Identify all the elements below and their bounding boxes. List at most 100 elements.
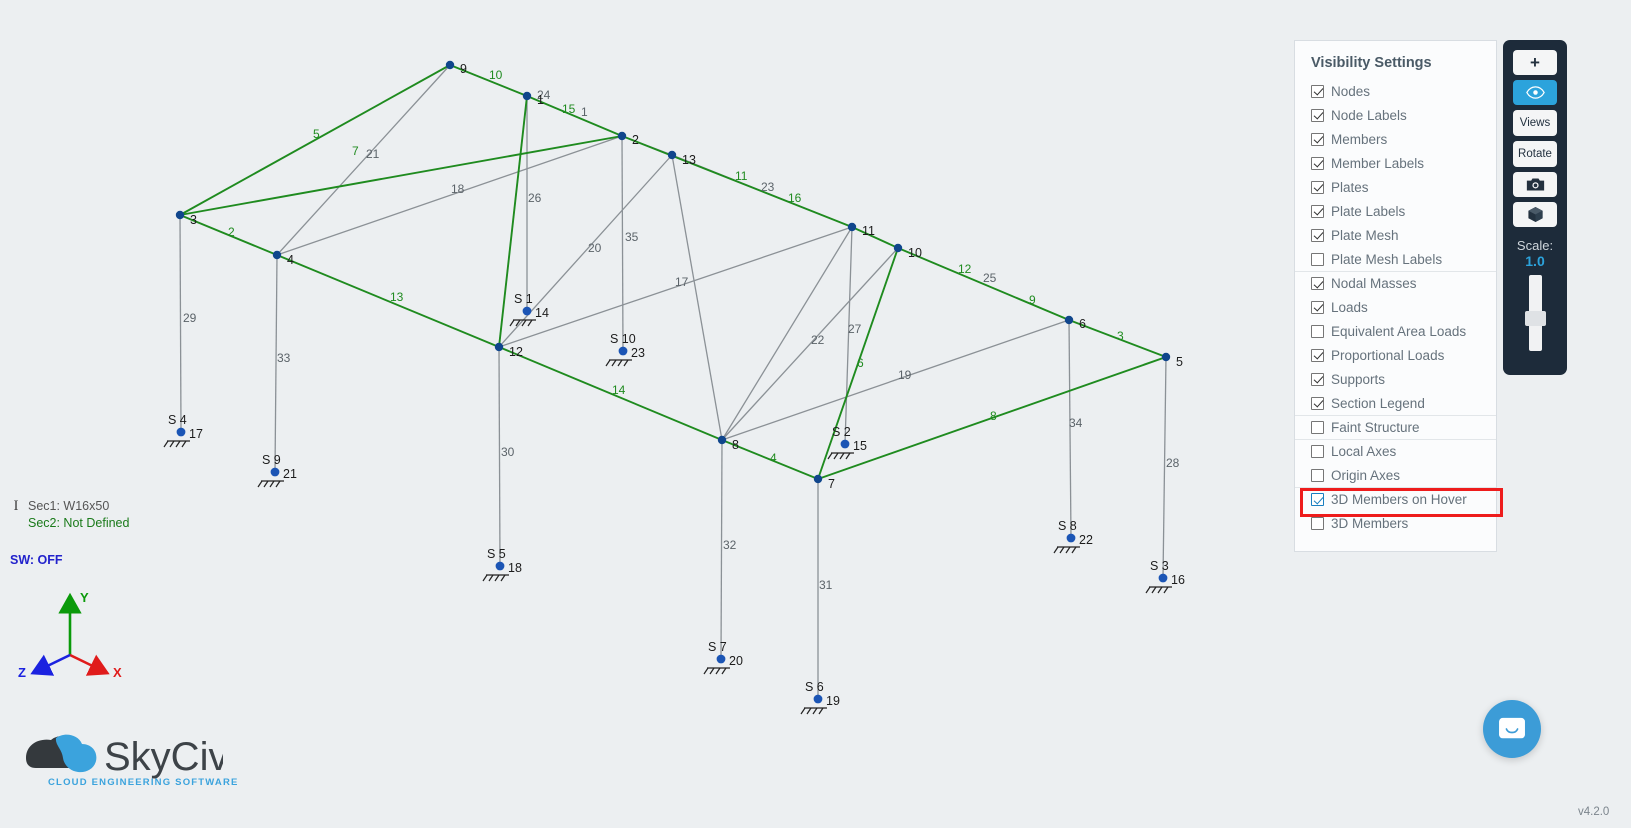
member-line[interactable]	[276, 135, 623, 256]
member-line[interactable]	[179, 135, 623, 216]
support-node-marker[interactable]	[1158, 573, 1168, 583]
visibility-option-equivalent-area-loads[interactable]: Equivalent Area Loads	[1295, 319, 1496, 343]
member-line[interactable]	[671, 154, 723, 441]
member-line[interactable]	[720, 439, 723, 660]
member-line[interactable]	[498, 346, 723, 441]
visibility-option-plate-mesh[interactable]: Plate Mesh	[1295, 223, 1496, 247]
member-labels-section1: 1057152111613129361484	[228, 68, 1124, 465]
node-marker[interactable]	[847, 222, 857, 232]
node-label: 11	[862, 224, 875, 238]
member-line[interactable]	[179, 214, 182, 433]
checkbox-6[interactable]	[1311, 228, 1324, 242]
checkbox-5[interactable]	[1311, 204, 1324, 218]
member-label: 23	[761, 180, 775, 194]
node-marker[interactable]	[617, 131, 627, 141]
checkbox-18[interactable]	[1311, 516, 1324, 530]
visibility-option-faint-structure[interactable]: Faint Structure	[1295, 415, 1496, 439]
render-3d-button[interactable]	[1513, 202, 1557, 227]
chat-launcher-button[interactable]	[1483, 700, 1541, 758]
support-node-marker[interactable]	[716, 654, 726, 664]
visibility-option-member-labels[interactable]: Member Labels	[1295, 151, 1496, 175]
support-id-label: S 5	[487, 547, 506, 561]
support-node-marker[interactable]	[1066, 533, 1076, 543]
node-marker[interactable]	[445, 60, 455, 70]
member-label: 26	[528, 191, 542, 205]
member-line[interactable]	[276, 254, 500, 348]
node-marker[interactable]	[813, 474, 823, 484]
checkbox-2[interactable]	[1311, 132, 1324, 146]
visibility-option-section-legend[interactable]: Section Legend	[1295, 391, 1496, 415]
visibility-toggle-button[interactable]	[1513, 80, 1557, 105]
checkbox-0[interactable]	[1311, 84, 1324, 98]
member-label: 22	[811, 333, 825, 347]
support-node-marker[interactable]	[522, 306, 532, 316]
scale-value: 1.0	[1525, 253, 1545, 269]
visibility-option-members[interactable]: Members	[1295, 127, 1496, 151]
checkbox-9[interactable]	[1311, 300, 1324, 314]
node-marker[interactable]	[893, 243, 903, 253]
member-label: 31	[819, 578, 833, 592]
support-node-marker[interactable]	[270, 467, 280, 477]
visibility-option-plate-mesh-labels[interactable]: Plate Mesh Labels	[1295, 247, 1496, 271]
checkbox-16[interactable]	[1311, 468, 1324, 482]
visibility-option-local-axes[interactable]: Local Axes	[1295, 439, 1496, 463]
node-marker[interactable]	[272, 250, 282, 260]
support-node-marker[interactable]	[495, 561, 505, 571]
visibility-option-origin-axes[interactable]: Origin Axes	[1295, 463, 1496, 487]
node-marker[interactable]	[522, 91, 532, 101]
checkbox-11[interactable]	[1311, 348, 1324, 362]
checkbox-12[interactable]	[1311, 372, 1324, 386]
visibility-option-node-labels[interactable]: Node Labels	[1295, 103, 1496, 127]
node-marker[interactable]	[667, 150, 677, 160]
checkbox-14[interactable]	[1311, 421, 1324, 434]
member-line[interactable]	[498, 346, 501, 567]
scale-slider-thumb[interactable]	[1524, 311, 1546, 326]
views-button[interactable]: Views	[1513, 110, 1557, 136]
member-line[interactable]	[621, 135, 624, 352]
rotate-button[interactable]: Rotate	[1513, 141, 1557, 167]
checkbox-1[interactable]	[1311, 108, 1324, 122]
visibility-option-proportional-loads[interactable]: Proportional Loads	[1295, 343, 1496, 367]
screenshot-button[interactable]	[1513, 172, 1557, 197]
visibility-option-plates[interactable]: Plates	[1295, 175, 1496, 199]
support-node-marker[interactable]	[813, 694, 823, 704]
visibility-option-label: Nodal Masses	[1331, 276, 1417, 291]
member-line[interactable]	[721, 319, 1070, 441]
support-node-marker[interactable]	[176, 427, 186, 437]
node-label: 5	[1176, 355, 1183, 369]
member-line[interactable]	[276, 64, 451, 256]
add-button[interactable]: +	[1513, 50, 1557, 75]
node-marker[interactable]	[1161, 352, 1171, 362]
node-marker[interactable]	[175, 210, 185, 220]
support-hatch	[269, 480, 275, 488]
member-line[interactable]	[851, 226, 899, 249]
support-node-marker[interactable]	[840, 439, 850, 449]
node-marker[interactable]	[494, 342, 504, 352]
checkbox-4[interactable]	[1311, 180, 1324, 194]
node-marker[interactable]	[1064, 315, 1074, 325]
checkbox-15[interactable]	[1311, 445, 1324, 458]
visibility-option-nodes[interactable]: Nodes	[1295, 79, 1496, 103]
member-line[interactable]	[721, 247, 899, 441]
support-node-marker[interactable]	[618, 346, 628, 356]
scale-slider[interactable]	[1524, 275, 1546, 351]
visibility-option-3d-members-on-hover[interactable]: 3D Members on Hover	[1295, 487, 1496, 511]
node-marker[interactable]	[717, 435, 727, 445]
visibility-option-nodal-masses[interactable]: Nodal Masses	[1295, 271, 1496, 295]
visibility-option-loads[interactable]: Loads	[1295, 295, 1496, 319]
checkbox-13[interactable]	[1311, 396, 1324, 410]
member-line[interactable]	[721, 226, 853, 441]
visibility-option-3d-members[interactable]: 3D Members	[1295, 511, 1496, 535]
visibility-option-plate-labels[interactable]: Plate Labels	[1295, 199, 1496, 223]
checkbox-7[interactable]	[1311, 252, 1324, 266]
checkbox-8[interactable]	[1311, 277, 1324, 290]
support-node-label: 23	[631, 346, 645, 360]
checkbox-17[interactable]	[1311, 493, 1324, 506]
support-hatch	[488, 574, 494, 582]
camera-icon	[1526, 178, 1544, 191]
svg-text:X: X	[113, 665, 122, 680]
visibility-option-supports[interactable]: Supports	[1295, 367, 1496, 391]
checkbox-10[interactable]	[1311, 324, 1324, 338]
checkbox-3[interactable]	[1311, 156, 1324, 170]
member-line[interactable]	[498, 95, 528, 348]
